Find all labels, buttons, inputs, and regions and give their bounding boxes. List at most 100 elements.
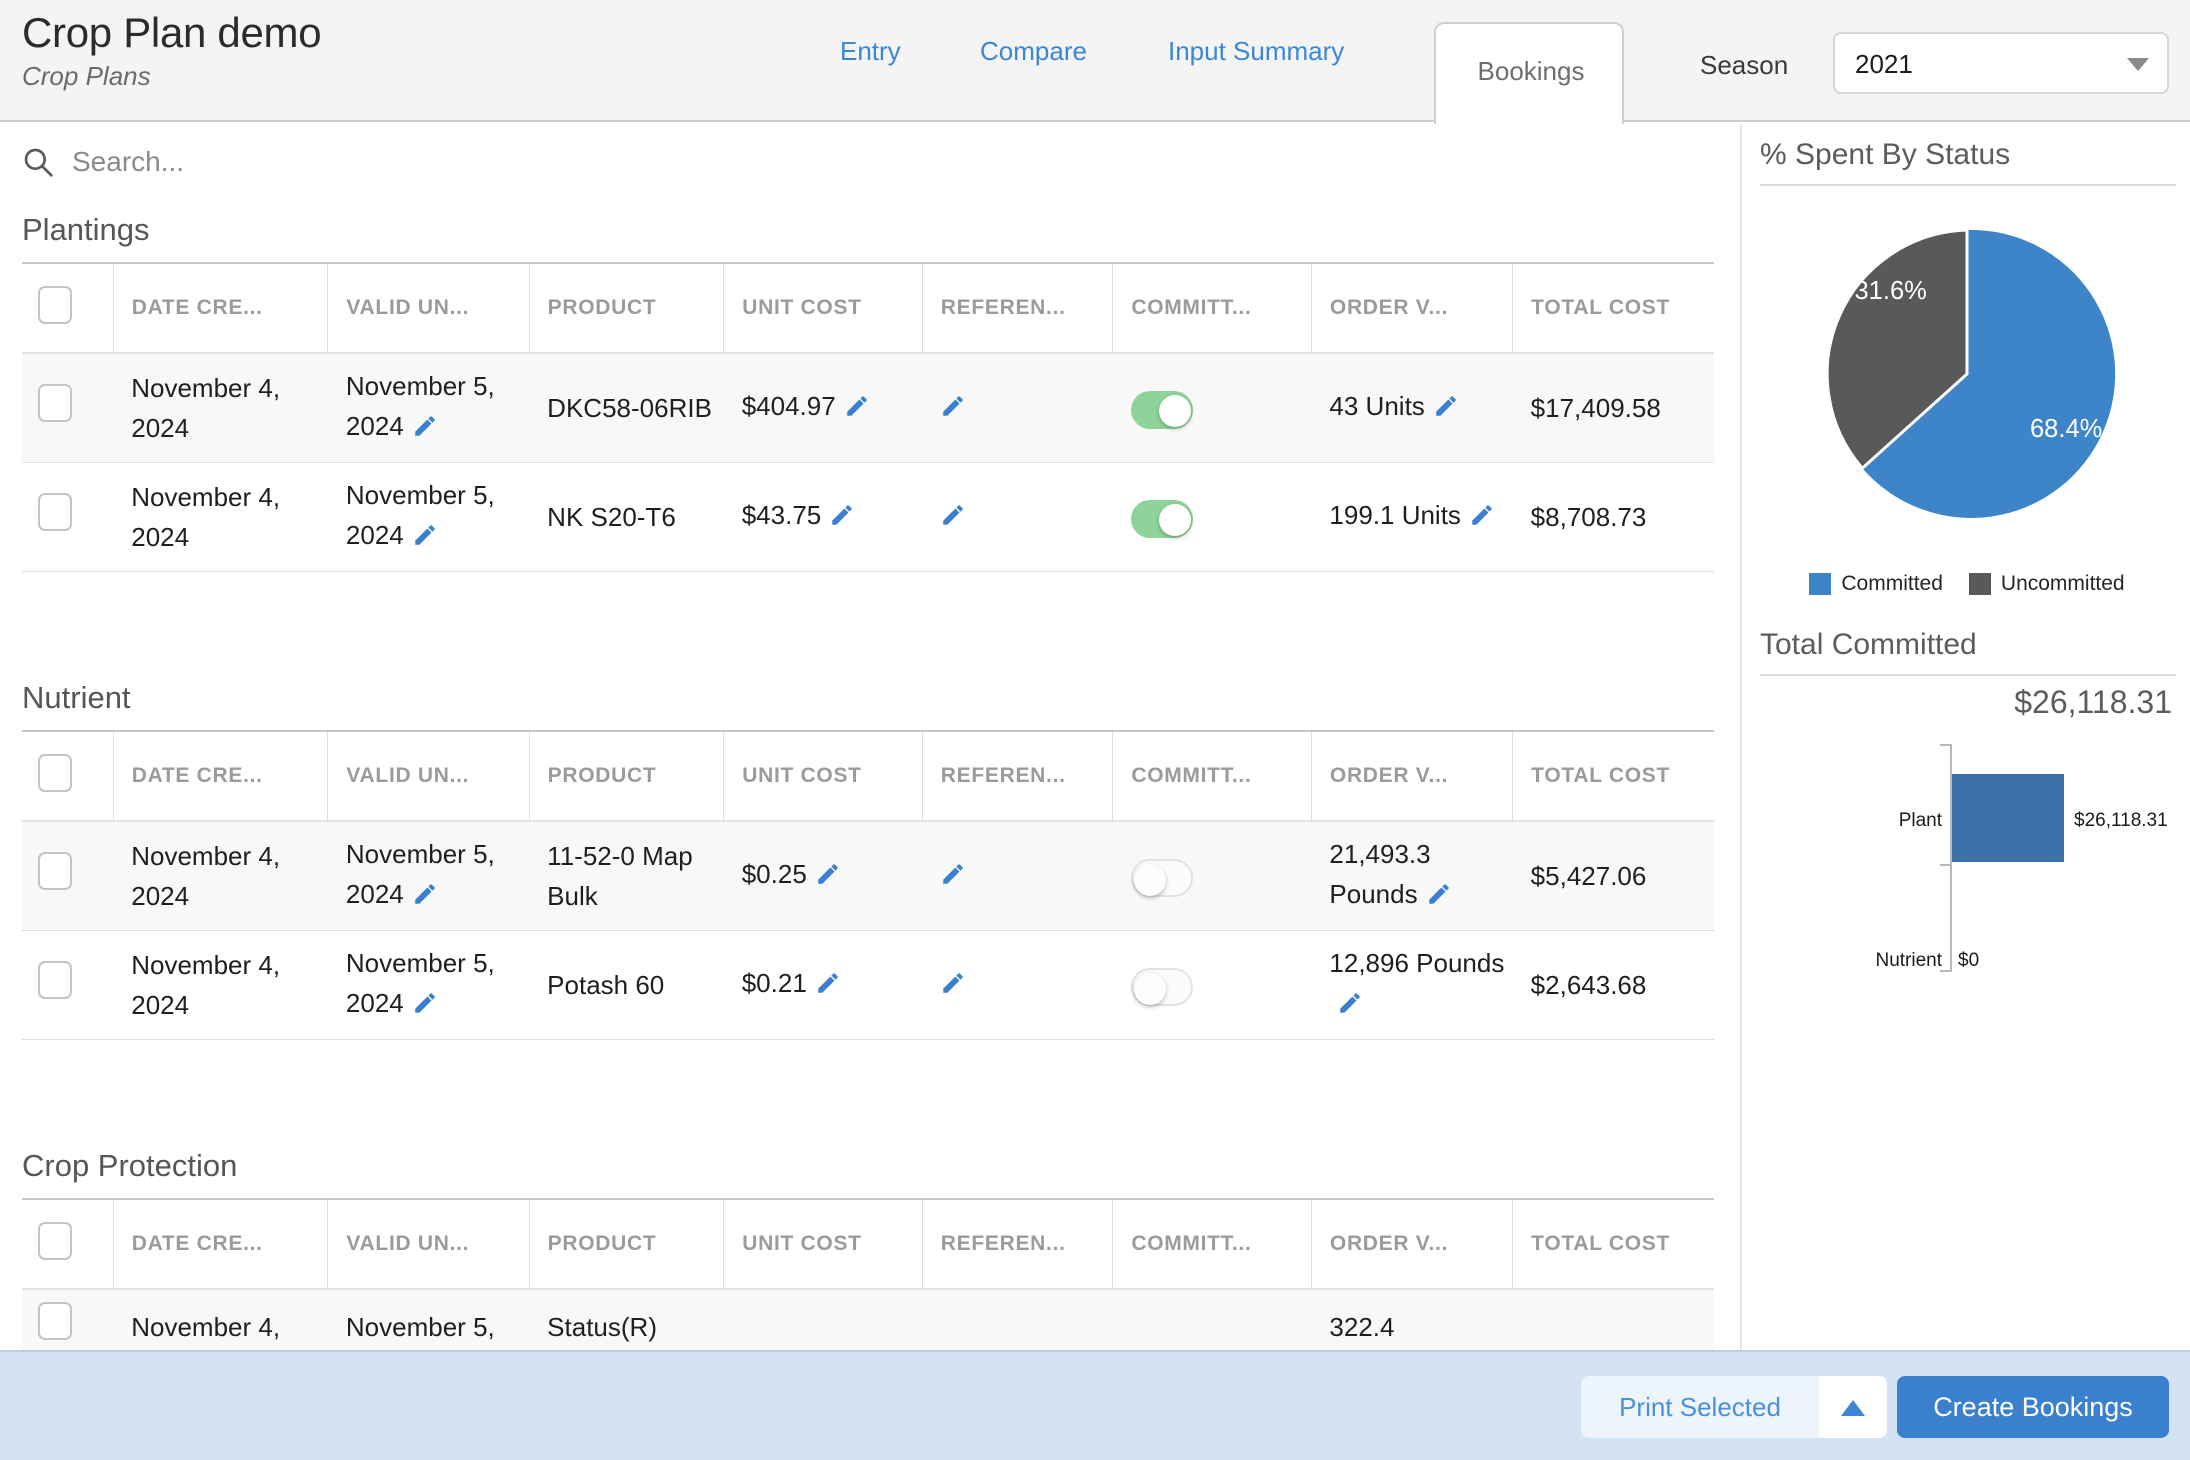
edit-pencil-icon[interactable] <box>412 987 438 1027</box>
edit-pencil-icon[interactable] <box>844 390 870 430</box>
search-input[interactable] <box>72 140 972 184</box>
cell-unit-cost: $0.25 <box>724 821 923 931</box>
row-select-cell[interactable] <box>22 353 113 463</box>
toggle-knob <box>1134 973 1166 1005</box>
select-all-checkbox[interactable] <box>38 754 72 792</box>
tab-bookings[interactable]: Bookings <box>1434 22 1624 124</box>
edit-pencil-icon[interactable] <box>412 878 438 918</box>
table-row[interactable]: November 4, 2024 November 5, 2024 Potash… <box>22 931 1714 1040</box>
col-unit-cost[interactable]: UNIT COST <box>724 1199 923 1289</box>
cell-product: Potash 60 <box>529 931 724 1040</box>
edit-pencil-icon[interactable] <box>940 499 966 539</box>
col-reference[interactable]: REFEREN... <box>922 263 1113 353</box>
section-crop-protection: Crop Protection DATE CRE... VALID UN... … <box>22 1146 1714 1350</box>
tab-entry[interactable]: Entry <box>840 36 901 67</box>
table-row[interactable]: November 4, 2024 November 5, 2024 NK S20… <box>22 463 1714 572</box>
total-committed-value: $26,118.31 <box>2014 684 2172 721</box>
col-committed[interactable]: COMMITT... <box>1113 1199 1312 1289</box>
cell-reference <box>922 931 1113 1040</box>
edit-pencil-icon[interactable] <box>1426 878 1452 918</box>
action-bar: Print Selected Create Bookings <box>0 1350 2190 1460</box>
order-volume-text: 199.1 Units <box>1329 500 1461 530</box>
edit-pencil-icon[interactable] <box>940 967 966 1007</box>
edit-pencil-icon[interactable] <box>412 410 438 450</box>
bar-value-nutrient: $0 <box>1958 950 1979 972</box>
pie-legend: Committed Uncommitted <box>1742 572 2190 596</box>
committed-toggle[interactable] <box>1131 859 1193 897</box>
col-product[interactable]: PRODUCT <box>529 263 724 353</box>
col-order-volume[interactable]: ORDER V... <box>1311 263 1512 353</box>
select-all-checkbox[interactable] <box>38 1222 72 1260</box>
unit-cost-text: $404.97 <box>742 391 836 421</box>
col-product[interactable]: PRODUCT <box>529 731 724 821</box>
cell-product: DKC58-06RIB <box>529 353 724 463</box>
col-order-volume[interactable]: ORDER V... <box>1311 731 1512 821</box>
row-select-cell[interactable] <box>22 463 113 572</box>
row-select-cell[interactable] <box>22 821 113 931</box>
summary-panel: % Spent By Status 68.4% 31.6% Committed … <box>1740 124 2190 1350</box>
select-all-checkbox[interactable] <box>38 286 72 324</box>
row-checkbox[interactable] <box>38 1302 72 1340</box>
row-checkbox[interactable] <box>38 493 72 531</box>
cell-unit-cost: $404.97 <box>724 353 923 463</box>
row-select-cell[interactable] <box>22 1289 113 1350</box>
edit-pencil-icon[interactable] <box>829 499 855 539</box>
cell-committed <box>1113 821 1312 931</box>
col-valid-until[interactable]: VALID UN... <box>328 263 529 353</box>
cell-valid-until: November 5, 2024 <box>328 353 529 463</box>
col-total-cost[interactable]: TOTAL COST <box>1513 263 1714 353</box>
cell-unit-cost: $0.21 <box>724 931 923 1040</box>
legend-label-committed: Committed <box>1841 572 1943 596</box>
select-all-header[interactable] <box>22 1199 113 1289</box>
edit-pencil-icon[interactable] <box>815 967 841 1007</box>
select-all-header[interactable] <box>22 263 113 353</box>
col-valid-until[interactable]: VALID UN... <box>328 731 529 821</box>
committed-toggle[interactable] <box>1131 500 1193 538</box>
select-all-header[interactable] <box>22 731 113 821</box>
pie-chart: 68.4% 31.6% <box>1817 224 2117 524</box>
col-unit-cost[interactable]: UNIT COST <box>724 263 923 353</box>
col-valid-until[interactable]: VALID UN... <box>328 1199 529 1289</box>
tab-input-summary[interactable]: Input Summary <box>1168 36 1344 67</box>
order-volume-text: 43 Units <box>1329 391 1424 421</box>
edit-pencil-icon[interactable] <box>1337 987 1363 1027</box>
edit-pencil-icon[interactable] <box>815 858 841 898</box>
print-options-button[interactable] <box>1819 1376 1887 1438</box>
col-committed[interactable]: COMMITT... <box>1113 263 1312 353</box>
row-checkbox[interactable] <box>38 384 72 422</box>
create-bookings-button[interactable]: Create Bookings <box>1897 1376 2169 1438</box>
col-total-cost[interactable]: TOTAL COST <box>1513 731 1714 821</box>
cell-date-created: November 4, 2024 <box>113 353 328 463</box>
cell-total-cost: $17,409.58 <box>1513 353 1714 463</box>
col-committed[interactable]: COMMITT... <box>1113 731 1312 821</box>
edit-pencil-icon[interactable] <box>1433 390 1459 430</box>
row-select-cell[interactable] <box>22 931 113 1040</box>
col-product[interactable]: PRODUCT <box>529 1199 724 1289</box>
col-date-created[interactable]: DATE CRE... <box>113 1199 328 1289</box>
order-volume-text: 12,896 Pounds <box>1329 948 1504 978</box>
pie-label-uncommitted: 31.6% <box>1855 277 1927 305</box>
table-row[interactable]: November 4, 2024 November 5, 2024 11-52-… <box>22 821 1714 931</box>
edit-pencil-icon[interactable] <box>940 858 966 898</box>
row-checkbox[interactable] <box>38 961 72 999</box>
print-selected-button[interactable]: Print Selected <box>1581 1376 1819 1438</box>
col-order-volume[interactable]: ORDER V... <box>1311 1199 1512 1289</box>
col-total-cost[interactable]: TOTAL COST <box>1513 1199 1714 1289</box>
col-date-created[interactable]: DATE CRE... <box>113 263 328 353</box>
col-reference[interactable]: REFEREN... <box>922 731 1113 821</box>
col-unit-cost[interactable]: UNIT COST <box>724 731 923 821</box>
col-date-created[interactable]: DATE CRE... <box>113 731 328 821</box>
committed-toggle[interactable] <box>1131 391 1193 429</box>
season-select[interactable]: 2021 <box>1833 32 2169 94</box>
committed-toggle[interactable] <box>1131 968 1193 1006</box>
cell-valid-until: November 5, 2024 <box>328 931 529 1040</box>
edit-pencil-icon[interactable] <box>940 390 966 430</box>
table-row[interactable]: November 4, 2024 November 5, 2024 DKC58-… <box>22 353 1714 463</box>
edit-pencil-icon[interactable] <box>412 519 438 559</box>
cell-order-volume: 43 Units <box>1311 353 1512 463</box>
edit-pencil-icon[interactable] <box>1469 499 1495 539</box>
col-reference[interactable]: REFEREN... <box>922 1199 1113 1289</box>
tab-compare[interactable]: Compare <box>980 36 1087 67</box>
table-row[interactable]: November 4, November 5, Status(R) 322.4 <box>22 1289 1714 1350</box>
row-checkbox[interactable] <box>38 852 72 890</box>
